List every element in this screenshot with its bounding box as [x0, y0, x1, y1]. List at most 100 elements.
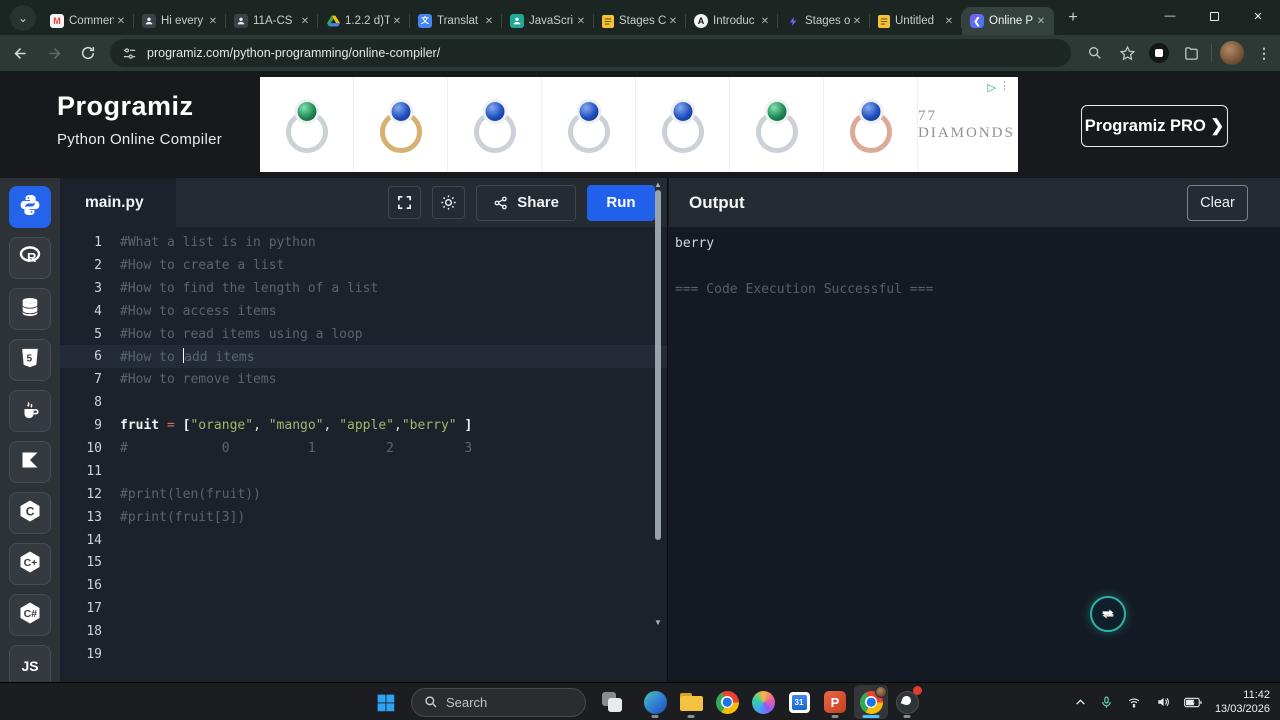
task-view-button[interactable] [595, 685, 629, 719]
output-console[interactable]: berry === Code Execution Successful === [675, 232, 933, 301]
theme-settings-button[interactable] [432, 186, 466, 219]
sidebar-item-c[interactable]: C [9, 492, 51, 534]
taskbar-app-edge[interactable] [638, 685, 672, 719]
code-line[interactable]: 7 #How to remove items [60, 368, 667, 391]
code-line[interactable]: 14 [60, 529, 667, 552]
taskbar-app-obs[interactable] [890, 685, 924, 719]
code-line[interactable]: 8 [60, 391, 667, 414]
zoom-button[interactable] [1082, 40, 1108, 66]
ad-banner[interactable]: 77 DIAMONDS ▷ ⋮ [260, 77, 1018, 172]
run-button[interactable]: Run [587, 184, 655, 221]
sidebar-item-cpp[interactable]: C+ [9, 543, 51, 585]
forward-button[interactable] [40, 39, 68, 67]
file-tab[interactable]: main.py [60, 178, 176, 227]
sidebar-item-js[interactable]: JS [9, 645, 51, 682]
share-button[interactable]: Share [476, 184, 576, 221]
browser-tab[interactable]: A Introduc ✕ [686, 7, 778, 35]
taskbar-app-chrome[interactable] [710, 685, 744, 719]
taskbar-app-copilot[interactable] [746, 685, 780, 719]
taskbar-clock[interactable]: 11:42 13/03/2026 [1215, 688, 1270, 716]
code-line[interactable]: 17 [60, 597, 667, 620]
editor-scrollbar[interactable]: ▲ ▼ [653, 180, 663, 627]
sidebar-item-csharp[interactable]: C# [9, 594, 51, 636]
clear-button[interactable]: Clear [1187, 184, 1248, 221]
browser-tab[interactable]: 文 Translat ✕ [410, 7, 502, 35]
code-line[interactable]: 3 #How to find the length of a list [60, 277, 667, 300]
new-tab-button[interactable]: + [1060, 5, 1086, 31]
scrollbar-thumb[interactable] [655, 190, 661, 540]
volume-icon[interactable] [1155, 695, 1171, 709]
code-editor[interactable]: 1 #What a list is in python 2 #How to creat… [60, 227, 667, 682]
taskbar-search[interactable]: Search [411, 687, 586, 717]
wifi-icon[interactable] [1126, 696, 1142, 709]
taskbar-app-explorer[interactable] [674, 685, 708, 719]
microphone-icon[interactable] [1100, 695, 1113, 710]
scroll-up-icon[interactable]: ▲ [654, 180, 662, 189]
code-line[interactable]: 10 # 0 1 2 3 [60, 437, 667, 460]
ad-menu-icon[interactable]: ⋮ [999, 79, 1010, 92]
minimize-button[interactable]: — [1148, 0, 1192, 32]
tab-close-icon[interactable]: ✕ [206, 14, 220, 28]
programiz-pro-button[interactable]: Programiz PRO ❯ [1081, 105, 1228, 147]
code-line[interactable]: 19 [60, 643, 667, 666]
browser-tab[interactable]: Stages o ✕ [778, 7, 870, 35]
code-line[interactable]: 1 #What a list is in python [60, 231, 667, 254]
browser-tab[interactable]: 1.2.2 d)T ✕ [318, 7, 410, 35]
tab-groups-button[interactable] [1178, 40, 1204, 66]
tab-search-button[interactable]: ⌄ [10, 5, 36, 31]
tab-close-icon[interactable]: ✕ [298, 14, 312, 28]
browser-tab-active[interactable]: ❮ Online P ✕ [962, 7, 1054, 35]
profile-avatar[interactable] [1220, 41, 1244, 65]
sidebar-item-sql[interactable] [9, 288, 51, 330]
sidebar-item-java[interactable] [9, 390, 51, 432]
code-line[interactable]: 13 #print(fruit[3]) [60, 506, 667, 529]
battery-icon[interactable] [1184, 696, 1202, 709]
browser-menu-button[interactable]: ⋮ [1251, 40, 1277, 66]
sidebar-item-html[interactable]: 5 [9, 339, 51, 381]
tab-close-icon[interactable]: ✕ [482, 14, 496, 28]
tab-close-icon[interactable]: ✕ [758, 14, 772, 28]
browser-tab[interactable]: JavaScri ✕ [502, 7, 594, 35]
adchoices-icon[interactable]: ▷ [988, 81, 996, 94]
start-button[interactable] [368, 685, 402, 719]
tray-expand-icon[interactable] [1074, 696, 1087, 709]
sidebar-item-python[interactable] [9, 186, 51, 228]
scroll-down-icon[interactable]: ▼ [654, 618, 662, 627]
tab-close-icon[interactable]: ✕ [114, 14, 128, 28]
code-line[interactable]: 18 [60, 620, 667, 643]
tab-close-icon[interactable]: ✕ [850, 14, 864, 28]
tab-close-icon[interactable]: ✕ [1034, 14, 1048, 28]
browser-tab[interactable]: M Commen ✕ [42, 7, 134, 35]
tab-close-icon[interactable]: ✕ [666, 14, 680, 28]
code-line[interactable]: 5 #How to read items using a loop [60, 323, 667, 346]
browser-tab[interactable]: Stages C ✕ [594, 7, 686, 35]
browser-tab[interactable]: Hi every ✕ [134, 7, 226, 35]
close-button[interactable]: ✕ [1236, 0, 1280, 32]
reload-button[interactable] [74, 39, 102, 67]
taskbar-app-calendar[interactable]: 31 [782, 685, 816, 719]
sidebar-item-r[interactable]: R [9, 237, 51, 279]
code-line[interactable]: 15 [60, 551, 667, 574]
sync-widget-button[interactable] [1090, 596, 1126, 632]
code-line[interactable]: 4 #How to access items [60, 300, 667, 323]
tab-close-icon[interactable]: ✕ [942, 14, 956, 28]
browser-tab[interactable]: 11A-CS ✕ [226, 7, 318, 35]
code-line[interactable]: 6 #How to add items [60, 345, 667, 369]
fullscreen-button[interactable] [388, 186, 422, 219]
back-button[interactable] [6, 39, 34, 67]
code-line[interactable]: 9 fruit = ["orange", "mango", "apple","be… [60, 414, 667, 437]
address-bar[interactable]: programiz.com/python-programming/online-… [110, 39, 1071, 67]
browser-tab[interactable]: Untitled ✕ [870, 7, 962, 35]
taskbar-app-chrome-active[interactable] [854, 685, 888, 719]
bookmark-button[interactable] [1114, 40, 1140, 66]
code-line[interactable]: 11 [60, 460, 667, 483]
code-line[interactable]: 12 #print(len(fruit)) [60, 483, 667, 506]
tab-close-icon[interactable]: ✕ [574, 14, 588, 28]
restore-button[interactable] [1192, 0, 1236, 32]
tab-close-icon[interactable]: ✕ [390, 14, 404, 28]
code-line[interactable]: 2 #How to create a list [60, 254, 667, 277]
sidebar-item-kotlin[interactable] [9, 441, 51, 483]
extension-button[interactable] [1146, 40, 1172, 66]
code-line[interactable]: 16 [60, 574, 667, 597]
taskbar-app-powerpoint[interactable]: P [818, 685, 852, 719]
